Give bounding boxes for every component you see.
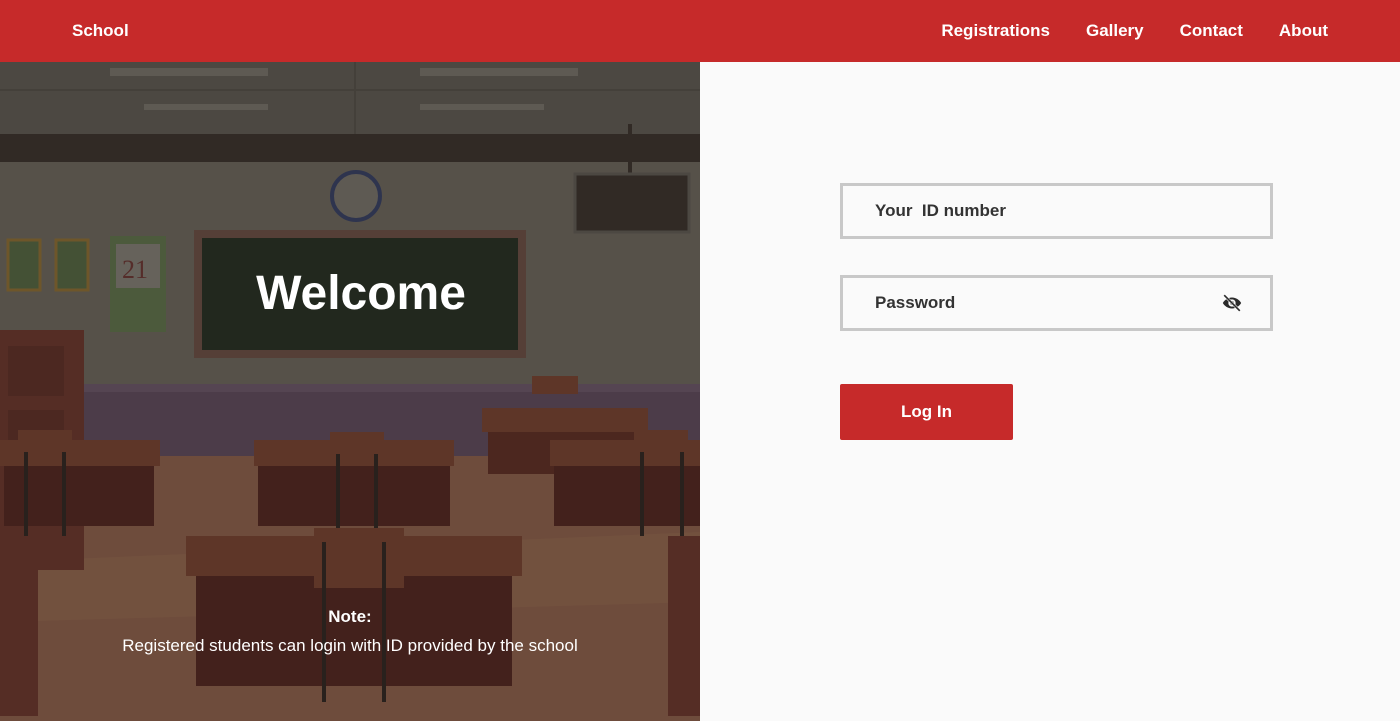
password-input[interactable] <box>875 293 1220 313</box>
nav-link-about[interactable]: About <box>1279 21 1328 41</box>
brand-logo-link[interactable]: School <box>72 21 129 41</box>
nav-links: Registrations Gallery Contact About <box>941 21 1328 41</box>
eye-slash-icon[interactable] <box>1220 291 1244 315</box>
id-number-field <box>840 183 1273 239</box>
login-note: Note: Registered students can login with… <box>0 602 700 660</box>
hero-classroom-panel: 21 Welcome Note: Registered students can… <box>0 62 700 721</box>
welcome-heading: Welcome <box>256 266 466 320</box>
nav-link-gallery[interactable]: Gallery <box>1086 21 1144 41</box>
note-text: Registered students can login with ID pr… <box>122 636 578 655</box>
id-number-input[interactable] <box>875 201 1244 221</box>
note-title: Note: <box>328 607 372 626</box>
log-in-button[interactable]: Log In <box>840 384 1013 440</box>
nav-link-registrations[interactable]: Registrations <box>941 21 1050 41</box>
password-field <box>840 275 1273 331</box>
top-navbar: School Registrations Gallery Contact Abo… <box>0 0 1400 62</box>
nav-link-contact[interactable]: Contact <box>1180 21 1243 41</box>
login-form: Log In <box>840 183 1273 440</box>
